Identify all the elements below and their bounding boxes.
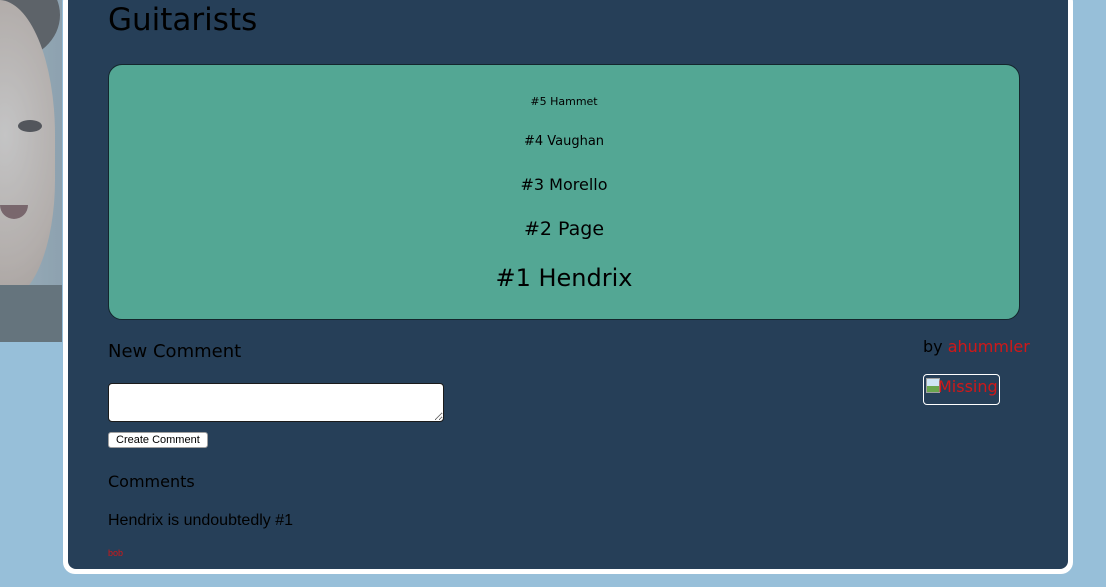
- comment-text: Hendrix is undoubtedly #1: [108, 512, 294, 529]
- rank-item-5: #5 Hammet: [530, 95, 598, 108]
- avatar-alt-text: Missing: [938, 377, 998, 396]
- rank-item-3: #3 Morello: [520, 175, 608, 194]
- comment-author-link[interactable]: bob: [108, 548, 123, 558]
- rank-item-2: #2 Page: [523, 218, 605, 240]
- page-title: Guitarists: [108, 2, 258, 38]
- comment-textarea[interactable]: [108, 383, 444, 422]
- author-avatar-image: Missing: [923, 374, 1000, 405]
- byline-prefix: by: [923, 337, 943, 356]
- rank-item-1: #1 Hendrix: [495, 264, 633, 292]
- new-comment-heading: New Comment: [108, 341, 242, 362]
- comments-heading: Comments: [108, 472, 195, 491]
- rank-item-4: #4 Vaughan: [523, 134, 605, 149]
- create-comment-button[interactable]: Create Comment: [108, 432, 208, 448]
- profile-photo: [0, 0, 62, 342]
- byline: by ahummler: [923, 337, 1030, 356]
- rankings-panel: #5 Hammet #4 Vaughan #3 Morello #2 Page …: [108, 64, 1020, 320]
- author-link[interactable]: ahummler: [948, 337, 1030, 356]
